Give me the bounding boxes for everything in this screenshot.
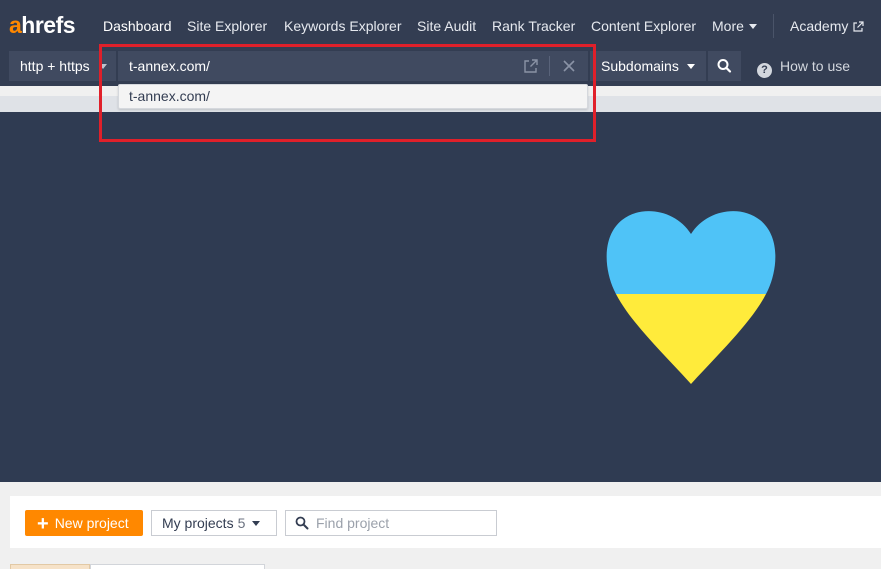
my-projects-count: 5 [237, 515, 246, 531]
nav-academy-label: Academy [790, 18, 849, 34]
my-projects-label: My projects [162, 515, 234, 531]
chevron-down-icon [252, 520, 261, 526]
nav-divider [773, 14, 774, 38]
search-icon [717, 59, 732, 73]
external-link-icon [853, 21, 864, 32]
new-project-button[interactable]: + New project [25, 510, 143, 536]
plus-icon: + [37, 513, 49, 535]
bottom-tab[interactable] [90, 564, 265, 569]
nav-dashboard[interactable]: Dashboard [103, 17, 172, 35]
bottom-tab-active[interactable] [10, 564, 90, 569]
new-project-label: New project [54, 515, 129, 531]
nav-more-menu[interactable]: More [712, 17, 757, 35]
nav-more-label: More [712, 18, 744, 34]
ahrefs-logo[interactable]: ahrefs [9, 11, 76, 39]
content-gap [0, 482, 881, 496]
how-to-use-link[interactable]: ? How to use [757, 57, 850, 78]
nav-site-audit[interactable]: Site Audit [417, 17, 476, 35]
how-to-use-label: How to use [780, 58, 851, 74]
nav-site-explorer[interactable]: Site Explorer [187, 17, 267, 35]
nav-keywords-explorer[interactable]: Keywords Explorer [284, 17, 402, 35]
find-project-input[interactable] [316, 514, 486, 532]
ukraine-heart-icon [606, 211, 776, 384]
nav-content-explorer[interactable]: Content Explorer [591, 17, 696, 35]
my-projects-select[interactable]: My projects 5 [151, 510, 277, 536]
protocol-label: http + https [20, 58, 90, 74]
chevron-down-icon [748, 23, 757, 29]
highlight-annotation-box [99, 44, 596, 142]
nav-academy-link[interactable]: Academy [790, 17, 864, 35]
find-project-field[interactable] [285, 510, 497, 536]
chevron-down-icon [686, 63, 695, 69]
nav-rank-tracker[interactable]: Rank Tracker [492, 17, 575, 35]
search-button[interactable] [708, 51, 741, 81]
search-icon [295, 516, 309, 530]
mode-select[interactable]: Subdomains [590, 51, 706, 81]
question-icon: ? [757, 63, 772, 78]
mode-label: Subdomains [601, 58, 679, 74]
